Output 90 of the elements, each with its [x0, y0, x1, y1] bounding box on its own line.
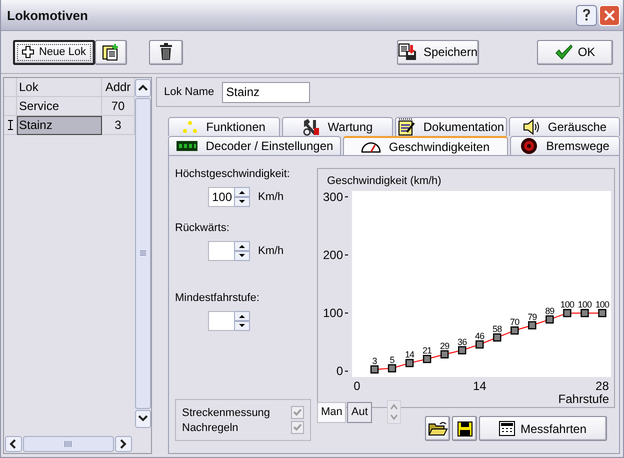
axis-tick-label: 28	[596, 379, 609, 393]
data-point	[440, 350, 449, 358]
gauge-icon	[360, 140, 381, 152]
data-point	[493, 333, 502, 342]
spin-buttons[interactable]	[234, 187, 250, 207]
trash-icon	[159, 43, 173, 61]
tab[interactable]: Bremswege	[510, 136, 620, 155]
field-label: Mindestfahrstufe:	[175, 292, 260, 304]
data-point	[405, 358, 414, 368]
row-header	[4, 78, 17, 97]
data-label: 100	[560, 300, 574, 310]
text-cursor-icon	[8, 120, 12, 130]
unit-label: Km/h	[258, 191, 284, 203]
field-label: Höchstgeschwindigkeit:	[175, 168, 291, 180]
axis-tick-label: 0	[336, 364, 343, 378]
data-point	[563, 308, 572, 318]
calculator-icon	[499, 421, 516, 436]
data-label: 36	[458, 336, 467, 347]
data-label: 100	[595, 300, 610, 310]
number-field[interactable]: 100	[208, 187, 234, 207]
data-label: 58	[492, 324, 502, 334]
close-icon[interactable]	[599, 4, 620, 26]
data-label: 100	[578, 300, 592, 310]
speaker-icon	[522, 119, 540, 135]
open-button[interactable]	[425, 416, 450, 441]
measure-button[interactable]: Messfahrten	[479, 416, 607, 441]
field-label: Lok Name	[164, 86, 214, 98]
data-label: 3	[372, 356, 377, 366]
axis-tick-label: 14	[472, 379, 486, 393]
data-point	[510, 326, 519, 335]
folder-icon	[428, 420, 448, 436]
axis-tick-label: 300	[322, 190, 343, 204]
name-field[interactable]: Stainz	[222, 82, 310, 102]
plus-icon	[22, 46, 34, 58]
spin-buttons[interactable]	[234, 241, 250, 261]
tab[interactable]: Geräusche	[508, 117, 620, 136]
window-title: Lokomotiven	[7, 8, 88, 22]
tab[interactable]: Funktionen	[168, 117, 280, 136]
checkbox-label: Streckenmessung	[182, 406, 270, 418]
ok-button[interactable]: OK	[537, 40, 613, 64]
copy-icon	[102, 43, 120, 61]
checkbox-label: Nachregeln	[182, 422, 238, 434]
field-label: Rückwärts:	[175, 222, 230, 234]
save-icon	[398, 43, 418, 61]
column-header[interactable]: Lok	[17, 78, 102, 97]
data-label: 70	[510, 317, 520, 327]
unit-label: Km/h	[258, 245, 284, 257]
axis-tick-label: 0	[354, 379, 360, 393]
data-point	[458, 346, 466, 354]
spin-buttons[interactable]	[234, 311, 250, 331]
checkmark-icon	[554, 44, 573, 60]
axis-title: Fahrstufe	[558, 392, 609, 404]
number-field[interactable]	[208, 311, 234, 331]
delete-button[interactable]	[149, 40, 183, 64]
tab[interactable]: Dokumentation	[395, 117, 506, 136]
data-label: 5	[390, 354, 394, 365]
chip-icon	[176, 140, 198, 152]
data-label: 89	[545, 306, 554, 316]
data-point	[528, 321, 536, 330]
copy-button[interactable]	[95, 40, 127, 64]
dots-icon	[182, 120, 198, 134]
axis-tick-label: 200	[322, 248, 343, 262]
axis-tick-label: 100	[322, 306, 343, 320]
help-icon[interactable]	[576, 4, 597, 26]
table-cell[interactable]: Stainz	[17, 116, 102, 135]
mode-toggle[interactable]: Aut	[347, 402, 372, 422]
disc-icon	[520, 137, 538, 155]
save-button[interactable]	[452, 416, 477, 441]
tab[interactable]: Geschwindigkeiten	[342, 136, 508, 155]
data-label: 46	[475, 330, 484, 341]
data-label: 79	[528, 312, 537, 322]
tab[interactable]: Wartung	[282, 117, 393, 136]
data-point	[388, 364, 396, 372]
tools-icon	[302, 118, 320, 136]
data-point	[476, 340, 484, 349]
save-button[interactable]: Speichern	[397, 40, 479, 64]
data-point	[580, 308, 589, 318]
mode-toggle[interactable]: Man	[317, 402, 346, 422]
data-label: 29	[440, 340, 450, 351]
number-field[interactable]	[208, 241, 234, 261]
new-button[interactable]: Neue Lok	[13, 40, 95, 64]
data-point	[370, 365, 379, 374]
data-label: 14	[404, 350, 414, 360]
data-point	[598, 308, 606, 318]
data-label: 21	[422, 345, 432, 356]
data-point	[422, 354, 432, 364]
tab[interactable]: Decoder / Einstellungen	[168, 136, 341, 155]
chart-title: Geschwindigkeit (km/h)	[326, 175, 442, 189]
document-icon	[397, 118, 416, 136]
data-point	[546, 315, 554, 324]
